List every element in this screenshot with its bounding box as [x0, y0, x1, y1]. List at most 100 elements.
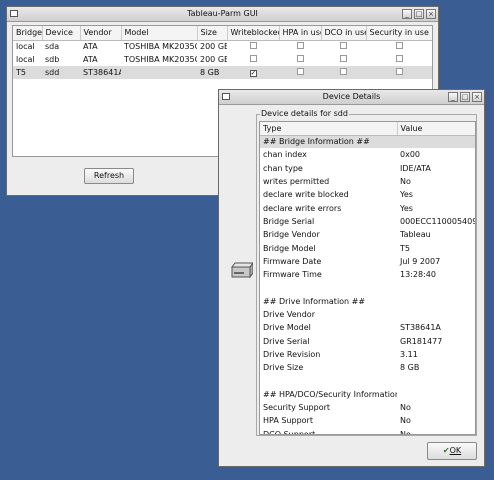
writeblocked-checkbox[interactable]: ✓ — [249, 70, 257, 77]
cell-dco — [321, 53, 366, 66]
details-value — [397, 281, 475, 294]
close-icon[interactable]: × — [472, 92, 482, 102]
details-type — [260, 281, 397, 294]
security-checkbox[interactable] — [395, 68, 403, 75]
table-row[interactable]: T5 sdd ST38641A 8 GB ✓ — [13, 66, 432, 79]
hpa-checkbox[interactable] — [296, 55, 304, 62]
details-value: 0x00 — [400, 150, 421, 160]
details-type: Security Support — [263, 403, 331, 413]
hpa-checkbox[interactable] — [296, 42, 304, 50]
cell-device: sdd — [45, 68, 60, 77]
cell-security — [366, 40, 432, 53]
cell-model: TOSHIBA MK2035GS — [124, 42, 197, 52]
details-value: Jul 9 2007 — [400, 256, 441, 266]
column-header[interactable]: Writeblocked — [227, 26, 280, 41]
column-header[interactable]: Bridge — [13, 26, 43, 41]
cell-model: TOSHIBA MK2035GS — [124, 55, 197, 64]
details-titlebar[interactable]: Device Details _ □ × — [219, 90, 484, 105]
cell-vendor: ST38641A — [83, 68, 121, 77]
cell-security — [366, 66, 432, 79]
dco-checkbox[interactable] — [340, 68, 347, 75]
details-value: Yes — [400, 203, 413, 213]
column-header[interactable]: Size — [197, 26, 228, 41]
details-value — [397, 308, 475, 321]
details-row[interactable]: DCO Support No — [260, 428, 475, 434]
ok-button[interactable]: ✔OK — [427, 442, 477, 460]
column-header[interactable]: Vendor — [80, 26, 122, 41]
details-row[interactable]: ## Bridge Information ## — [260, 135, 475, 149]
details-value — [397, 388, 475, 401]
details-row[interactable]: Drive Revision 3.11 — [260, 348, 475, 361]
details-row[interactable]: Bridge Model T5 — [260, 241, 475, 254]
column-header[interactable]: HPA in use — [279, 26, 322, 41]
cell-hpa — [279, 53, 321, 66]
column-header[interactable]: DCO in use — [321, 26, 367, 41]
writeblocked-checkbox[interactable] — [249, 42, 257, 50]
column-header[interactable]: Security in use — [366, 26, 432, 41]
security-checkbox[interactable] — [395, 42, 403, 50]
cell-vendor: ATA — [83, 55, 98, 64]
cell-writeblocked — [227, 40, 279, 53]
refresh-button[interactable]: Refresh — [84, 168, 134, 184]
main-titlebar[interactable]: Tableau-Parm GUI _ □ × — [7, 7, 438, 22]
details-type: chan index — [263, 150, 307, 160]
details-row[interactable]: declare write errors Yes — [260, 201, 475, 214]
details-type: ## Bridge Information ## — [263, 137, 370, 147]
column-header[interactable]: Model — [121, 26, 198, 41]
dco-checkbox[interactable] — [340, 55, 347, 62]
details-row[interactable]: Drive Serial GR181477 — [260, 334, 475, 347]
details-row[interactable]: ## Drive Information ## — [260, 295, 475, 308]
details-row[interactable]: HPA Support No — [260, 414, 475, 427]
column-header[interactable]: Device — [42, 26, 81, 41]
details-row[interactable]: ## HPA/DCO/Security Information ## — [260, 388, 475, 401]
window-menu-icon[interactable] — [10, 10, 18, 17]
cell-hpa — [279, 40, 321, 53]
details-row[interactable]: Drive Vendor — [260, 308, 475, 321]
details-row[interactable]: Firmware Time 13:28:40 — [260, 268, 475, 281]
details-type: Drive Vendor — [263, 310, 315, 319]
dco-checkbox[interactable] — [340, 42, 347, 50]
details-row[interactable]: writes permitted No — [260, 175, 475, 188]
cell-bridge: T5 — [16, 68, 26, 77]
details-row[interactable]: Security Support No — [260, 401, 475, 414]
maximize-icon[interactable]: □ — [414, 9, 424, 19]
details-value: No — [400, 177, 411, 187]
details-row[interactable]: chan index 0x00 — [260, 148, 475, 161]
details-row[interactable]: declare write blocked Yes — [260, 188, 475, 201]
details-column-header[interactable]: Type — [260, 122, 398, 136]
details-type: ## Drive Information ## — [263, 296, 366, 306]
details-value: 8 GB — [400, 363, 420, 373]
table-row[interactable]: local sda ATA TOSHIBA MK2035GS200 GB — [13, 40, 432, 53]
details-value: 13:28:40 — [400, 270, 436, 280]
details-value: 3.11 — [400, 349, 418, 359]
main-window-title: Tableau-Parm GUI — [187, 9, 258, 18]
minimize-icon[interactable]: _ — [402, 9, 412, 19]
cell-writeblocked: ✓ — [227, 66, 279, 79]
details-value — [397, 135, 475, 148]
security-checkbox[interactable] — [395, 55, 403, 62]
writeblocked-checkbox[interactable] — [249, 55, 257, 62]
cell-size: 200 GB — [200, 42, 227, 52]
close-icon[interactable]: × — [426, 9, 436, 19]
details-value: GR181477 — [400, 336, 443, 346]
details-column-header[interactable]: Value — [397, 122, 475, 136]
details-value — [397, 295, 475, 308]
hpa-checkbox[interactable] — [296, 68, 304, 75]
window-menu-icon[interactable] — [222, 93, 230, 100]
details-row[interactable]: Drive Size 8 GB — [260, 361, 475, 374]
details-row[interactable] — [260, 281, 475, 294]
details-row[interactable]: Drive Model ST38641A — [260, 321, 475, 334]
minimize-icon[interactable]: _ — [448, 92, 458, 102]
details-row[interactable]: Firmware Date Jul 9 2007 — [260, 255, 475, 268]
details-row[interactable]: Bridge Serial 000ECC1100054092 — [260, 215, 475, 228]
ok-label: OK — [449, 446, 462, 455]
details-window: Device Details _ □ × Device details for … — [218, 89, 485, 467]
details-row[interactable] — [260, 374, 475, 387]
details-row[interactable]: chan type IDE/ATA — [260, 162, 475, 175]
table-row[interactable]: local sdb ATA TOSHIBA MK2035GS200 GB — [13, 53, 432, 66]
details-table: Type Value ## Bridge Information ## chan i… — [259, 121, 476, 435]
details-type: HPA Support — [263, 416, 313, 426]
details-row[interactable]: Bridge Vendor Tableau — [260, 228, 475, 241]
details-value — [397, 374, 475, 387]
maximize-icon[interactable]: □ — [460, 92, 470, 102]
